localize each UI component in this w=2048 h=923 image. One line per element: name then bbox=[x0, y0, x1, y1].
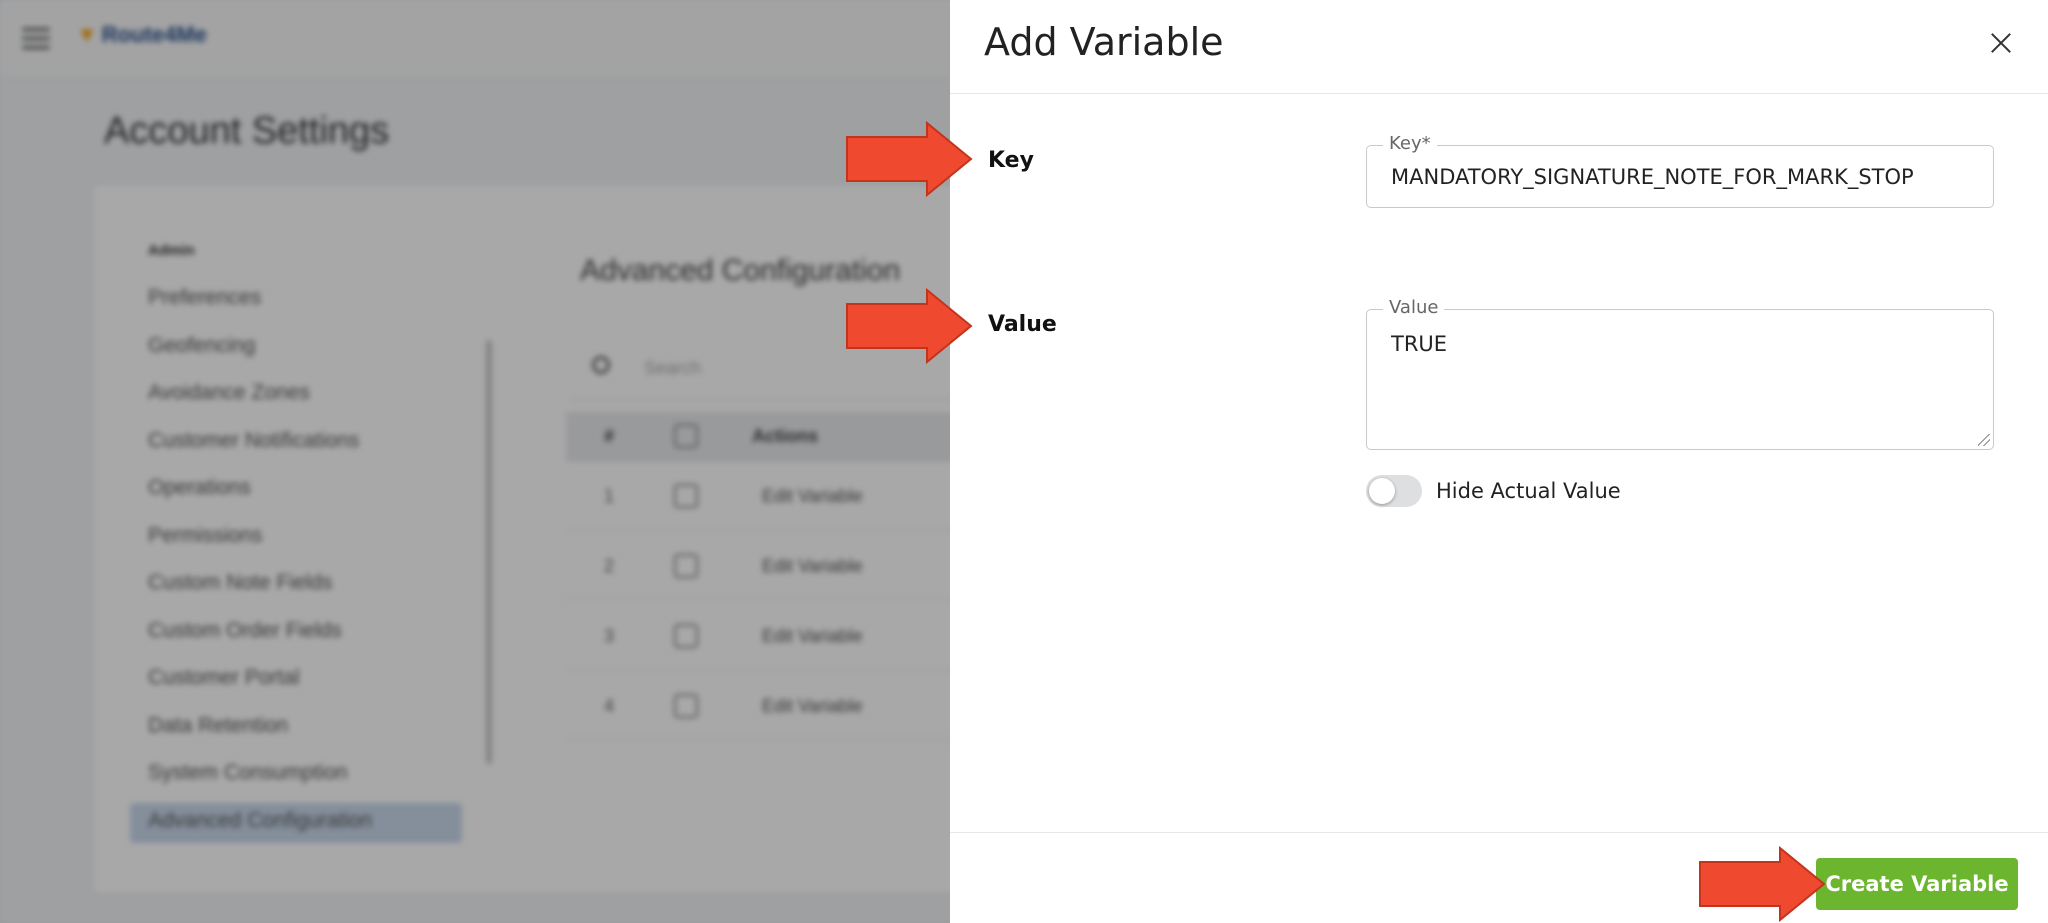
annotation-arrow-key bbox=[846, 121, 973, 197]
create-variable-button[interactable]: Create Variable bbox=[1816, 858, 2018, 910]
value-label: Value bbox=[988, 312, 1057, 337]
value-field: Value TRUE bbox=[1366, 297, 1994, 450]
resize-handle-icon[interactable] bbox=[1978, 434, 1990, 446]
annotation-arrow-create bbox=[1699, 846, 1826, 922]
modal-backdrop[interactable] bbox=[0, 0, 950, 923]
hide-actual-value-label: Hide Actual Value bbox=[1436, 479, 1621, 503]
key-field: Key* bbox=[1366, 133, 1994, 208]
panel-title: Add Variable bbox=[984, 20, 1224, 64]
value-field-legend: Value bbox=[1383, 297, 1445, 318]
panel-footer: Create Variable bbox=[950, 832, 2048, 923]
key-input[interactable] bbox=[1391, 165, 1981, 189]
toggle-knob bbox=[1369, 478, 1395, 504]
key-label: Key bbox=[988, 148, 1034, 173]
close-icon[interactable] bbox=[1986, 28, 2016, 58]
panel-header: Add Variable bbox=[950, 0, 2048, 94]
hide-actual-value-toggle[interactable] bbox=[1366, 475, 1422, 507]
key-field-legend: Key* bbox=[1383, 133, 1437, 154]
add-variable-panel: Add Variable Key Key* Value Value TRUE H… bbox=[950, 0, 2048, 923]
value-textarea[interactable]: TRUE bbox=[1391, 332, 1981, 432]
annotation-arrow-value bbox=[846, 288, 973, 364]
